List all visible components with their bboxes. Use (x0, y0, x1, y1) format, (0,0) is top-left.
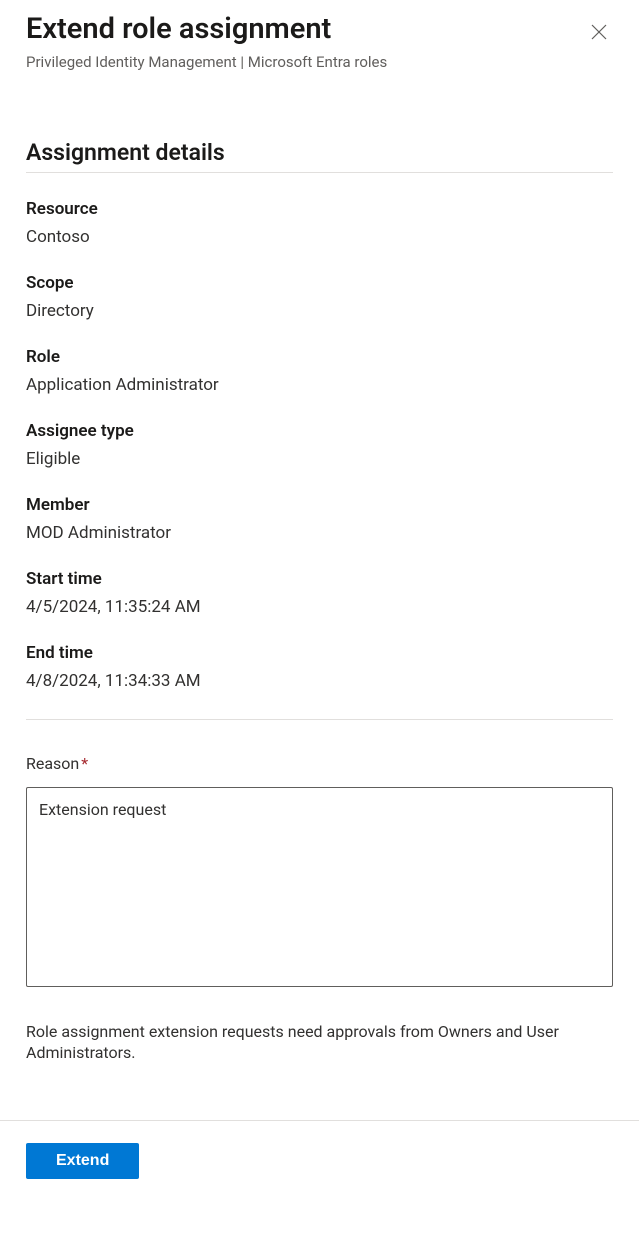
end-time-label: End time (26, 643, 613, 663)
reason-label-text: Reason (26, 754, 79, 773)
start-time-value: 4/5/2024, 11:35:24 AM (26, 597, 613, 617)
divider (26, 719, 613, 720)
role-label: Role (26, 347, 613, 367)
scope-value: Directory (26, 301, 613, 321)
assignee-type-value: Eligible (26, 449, 613, 469)
breadcrumb: Privileged Identity Management | Microso… (26, 53, 387, 71)
member-label: Member (26, 495, 613, 515)
end-time-value: 4/8/2024, 11:34:33 AM (26, 671, 613, 691)
role-value: Application Administrator (26, 375, 613, 395)
resource-label: Resource (26, 199, 613, 219)
approval-info-text: Role assignment extension requests need … (26, 1021, 613, 1064)
reason-textarea[interactable] (26, 787, 613, 987)
resource-value: Contoso (26, 227, 613, 247)
required-indicator: * (81, 754, 88, 773)
member-value: MOD Administrator (26, 523, 613, 543)
scope-label: Scope (26, 273, 613, 293)
reason-label: Reason* (26, 754, 613, 773)
close-icon (591, 28, 607, 43)
start-time-label: Start time (26, 569, 613, 589)
assignee-type-label: Assignee type (26, 421, 613, 441)
section-title-assignment-details: Assignment details (26, 139, 613, 173)
page-title: Extend role assignment (26, 12, 387, 47)
close-button[interactable] (585, 18, 613, 46)
extend-button[interactable]: Extend (26, 1143, 139, 1179)
